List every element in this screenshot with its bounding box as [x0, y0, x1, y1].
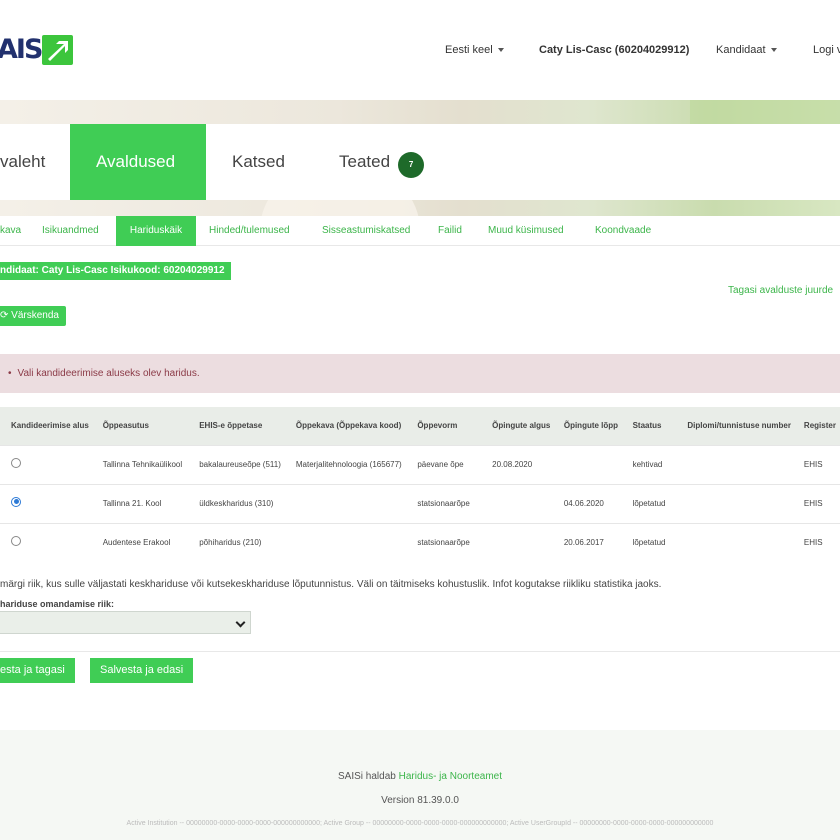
tab-teated[interactable]: Teated 7 — [313, 124, 450, 200]
subnav-item-isikuandmed[interactable]: Isikuandmed — [36, 216, 105, 246]
cell-institution: Tallinna 21. Kool — [98, 483, 196, 523]
error-alert: Vali kandideerimise aluseks olev haridus… — [0, 354, 840, 393]
tab-avaleht[interactable]: valeht — [0, 124, 71, 200]
education-radio[interactable] — [11, 496, 21, 507]
cell-diploma — [683, 522, 800, 562]
cell-curriculum — [291, 483, 414, 523]
footer-active-ids: Active Institution -- 00000000-0000-0000… — [126, 820, 714, 827]
language-dropdown[interactable]: Eesti keel — [445, 44, 504, 56]
country-info-text: märgi riik, kus sulle väljastati keskhar… — [0, 579, 662, 590]
top-header: AIS Eesti keel Caty Lis-Casc (6020402991… — [0, 0, 840, 100]
cell-level: bakalaureuseõpe (511) — [195, 444, 292, 484]
table-row: Tallinna Tehnikaülikool bakalaureuseõpe … — [0, 444, 840, 484]
col-header: Diplomi/tunnistuse number — [683, 407, 800, 445]
footer: SAISi haldab Haridus- ja Noorteamet Vers… — [0, 730, 840, 840]
role-label: Kandidaat — [716, 44, 766, 56]
cell-curriculum: Materjalitehnoloogia (165677) — [291, 444, 414, 484]
logo-arrow-icon — [42, 35, 74, 65]
refresh-button-label: Värskenda — [11, 310, 59, 321]
alert-message: Vali kandideerimise aluseks olev haridus… — [8, 368, 200, 379]
logo-text: AIS — [0, 34, 43, 65]
hero-banner: valeht Avaldused Katsed Teated 7 — [0, 100, 840, 230]
role-dropdown[interactable]: Kandidaat — [716, 44, 777, 56]
cell-diploma — [683, 444, 800, 484]
cell-register: EHIS — [799, 522, 840, 562]
cell-end: 20.06.2017 — [559, 522, 629, 562]
cell-level: põhiharidus (210) — [195, 522, 292, 562]
table-row: Audentese Erakool põhiharidus (210) stat… — [0, 522, 840, 562]
cell-start — [488, 483, 560, 523]
tab-avaldused[interactable]: Avaldused — [70, 124, 206, 200]
subnav-item-hariduskaik[interactable]: Hariduskäik — [116, 216, 196, 246]
save-and-back-button[interactable]: esta ja tagasi — [0, 658, 75, 683]
caret-down-icon — [497, 48, 504, 53]
subnav-item-muud-kusimused[interactable]: Muud küsimused — [482, 216, 570, 246]
cell-status: kehtivad — [628, 444, 684, 484]
subnav-item-hinded[interactable]: Hinded/tulemused — [203, 216, 296, 246]
cell-curriculum — [291, 522, 414, 562]
cell-start: 20.08.2020 — [488, 444, 560, 484]
col-header: Õppevorm — [413, 407, 489, 445]
tab-katsed[interactable]: Katsed — [206, 124, 311, 200]
cell-end: 04.06.2020 — [559, 483, 629, 523]
cell-institution: Tallinna Tehnikaülikool — [98, 444, 196, 484]
main-tabs: valeht Avaldused Katsed Teated 7 — [0, 124, 840, 200]
education-radio[interactable] — [11, 535, 21, 546]
country-field-label: hariduse omandamise riik: — [0, 599, 115, 609]
divider — [0, 651, 840, 652]
logout-link[interactable]: Logi v — [813, 44, 840, 56]
cell-level: üldkeskharidus (310) — [195, 483, 292, 523]
refresh-button[interactable]: ⟳ Värskenda — [0, 306, 66, 326]
table-row: Tallinna 21. Kool üldkeskharidus (310) s… — [0, 483, 840, 523]
col-header: Kandideerimise alus — [0, 407, 99, 445]
back-to-applications-link[interactable]: Tagasi avalduste juurde — [728, 285, 833, 296]
cell-form: statsionaarõpe — [413, 483, 489, 523]
col-header: Staatus — [628, 407, 684, 445]
refresh-icon: ⟳ — [0, 310, 9, 321]
subnav-item-oppekava[interactable]: kava — [0, 216, 27, 246]
saisi-logo[interactable]: AIS — [0, 34, 74, 66]
col-header: Õppekava (Õppekava kood) — [291, 407, 414, 445]
subnav-item-failid[interactable]: Failid — [432, 216, 468, 246]
user-name: Caty Lis-Casc (60204029912) — [539, 44, 690, 56]
col-header: Õppeasutus — [98, 407, 196, 445]
chevron-down-icon — [235, 617, 246, 628]
maintainer-link[interactable]: Haridus- ja Noorteamet — [399, 771, 502, 782]
education-table: Kandideerimise alus Õppeasutus EHIS-e õp… — [0, 407, 840, 562]
col-header: Register — [799, 407, 840, 445]
cell-status: lõpetatud — [628, 522, 684, 562]
col-header: EHIS-e õppetase — [195, 407, 292, 445]
tab-teated-label: Teated — [339, 152, 391, 171]
notification-badge: 7 — [398, 151, 425, 178]
cell-start — [488, 522, 560, 562]
footer-maintainer: SAISi haldab Haridus- ja Noorteamet — [0, 771, 840, 782]
cell-end — [559, 444, 629, 484]
cell-status: lõpetatud — [628, 483, 684, 523]
cell-form: päevane õpe — [413, 444, 489, 484]
subnav-item-sisseastumiskatsed[interactable]: Sisseastumiskatsed — [316, 216, 416, 246]
col-header: Õpingute algus — [488, 407, 560, 445]
education-radio[interactable] — [11, 457, 21, 468]
caret-down-icon — [770, 48, 777, 53]
col-header: Õpingute lõpp — [559, 407, 629, 445]
application-subnav: kava Isikuandmed Hariduskäik Hinded/tule… — [0, 216, 840, 246]
cell-diploma — [683, 483, 800, 523]
candidate-label: ndidaat: Caty Lis-Casc Isikukood: 602040… — [0, 262, 231, 280]
footer-version: Version 81.39.0.0 — [381, 795, 459, 806]
cell-register: EHIS — [799, 444, 840, 484]
footer-maintainer-text: SAISi haldab — [338, 771, 399, 782]
save-and-next-button[interactable]: Salvesta ja edasi — [90, 658, 194, 683]
table-header-row: Kandideerimise alus Õppeasutus EHIS-e õp… — [0, 407, 840, 445]
cell-institution: Audentese Erakool — [98, 522, 196, 562]
cell-register: EHIS — [799, 483, 840, 523]
cell-form: statsionaarõpe — [413, 522, 489, 562]
subnav-item-koondvaade[interactable]: Koondvaade — [589, 216, 657, 246]
country-select[interactable] — [0, 611, 251, 634]
language-label: Eesti keel — [445, 44, 493, 56]
